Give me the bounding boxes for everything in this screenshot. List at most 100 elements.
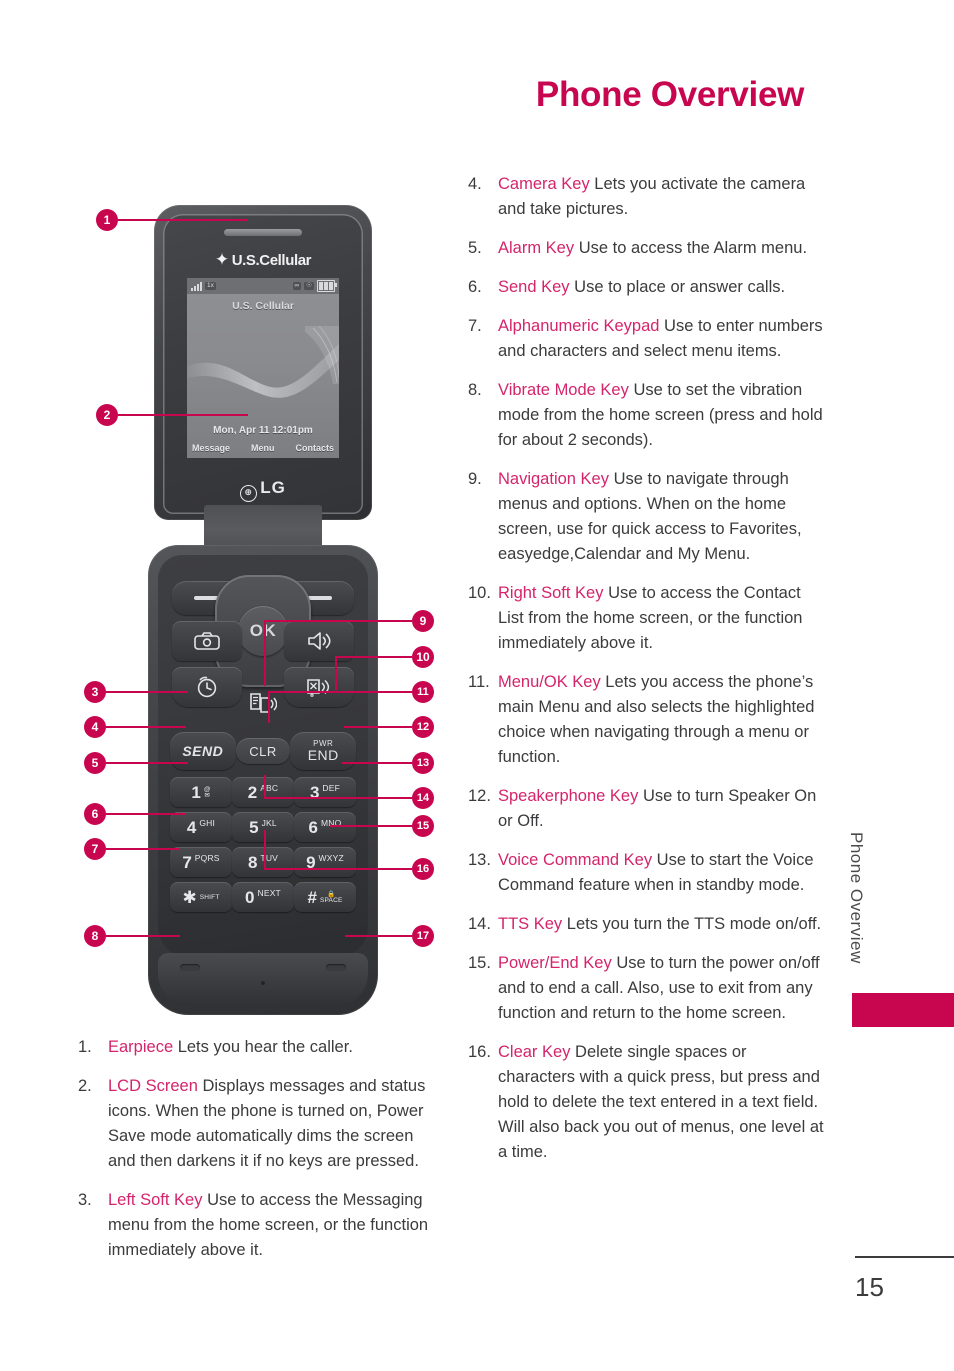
send-key[interactable]: SEND <box>170 732 236 770</box>
leader-line-10 <box>335 656 412 658</box>
list-item: 5. Alarm Key Use to access the Alarm men… <box>468 236 828 261</box>
list-item: 3. Left Soft Key Use to access the Messa… <box>78 1188 438 1263</box>
list-item: 12. Speakerphone Key Use to turn Speaker… <box>468 784 828 834</box>
key-4[interactable]: 4 GHI <box>170 812 232 842</box>
item-number: 7. <box>468 317 482 335</box>
leader-line-7 <box>106 848 180 850</box>
item-number: 9. <box>468 470 482 488</box>
wallpaper-graphic <box>187 326 339 398</box>
item-number: 6. <box>468 278 482 296</box>
lcd-softkey-bar: Message Menu Contacts <box>187 443 339 453</box>
voice-command-key[interactable] <box>284 667 354 707</box>
signal-bars-icon <box>191 281 202 291</box>
leader-line-2 <box>118 414 248 416</box>
item-text: Left Soft Key Use to access the Messagin… <box>108 1188 438 1263</box>
callout-badge-17: 17 <box>412 925 434 947</box>
item-term: Vibrate Mode Key <box>498 381 629 399</box>
item-number: 3. <box>78 1191 92 1209</box>
item-text: Voice Command Key Use to start the Voice… <box>498 848 828 898</box>
clear-key[interactable]: CLR <box>235 738 291 764</box>
camera-key[interactable] <box>172 621 242 661</box>
callout-badge-5: 5 <box>84 752 106 774</box>
leader-line-14 <box>264 797 412 799</box>
right-text-column: 4. Camera Key Lets you activate the came… <box>468 172 828 1179</box>
key-2-sub: ABC <box>260 783 279 793</box>
item-text: Menu/OK Key Lets you access the phone’s … <box>498 670 828 770</box>
key-star[interactable]: ✱ SHIFT <box>170 882 232 912</box>
callout-badge-11: 11 <box>412 681 434 703</box>
voicemail-icon: @ ✉ <box>203 785 211 799</box>
earpiece-icon <box>224 229 302 236</box>
key-2[interactable]: 2 ABC <box>232 777 294 807</box>
speakerphone-key[interactable] <box>284 621 354 661</box>
list-item: 4. Camera Key Lets you activate the came… <box>468 172 828 222</box>
key-5-sub: JKL <box>261 818 277 828</box>
callout-badge-1: 1 <box>96 209 118 231</box>
phone-upper-inner-bezel: ✦ U.S.Cellular 1x ∞ ☉ U.S. Cellular Mon,… <box>163 214 363 514</box>
keypad-row: 4 GHI 5 JKL 6 MNO <box>170 812 356 842</box>
lock-icon: 🔒 SPACE <box>319 890 343 904</box>
phone-lower-body: OK SEND CLR PWR END 1 @ ✉ 2 ABC 3 DEF 4 … <box>148 545 378 1015</box>
callout-badge-4: 4 <box>84 716 106 738</box>
left-text-column: 1. Earpiece Lets you hear the caller. 2.… <box>78 1035 438 1277</box>
item-term: LCD Screen <box>108 1077 198 1095</box>
key-8[interactable]: 8 TUV <box>232 847 294 877</box>
key-6[interactable]: 6 MNO <box>294 812 356 842</box>
leader-line-14-vert <box>264 775 266 797</box>
key-hash-sub: SPACE <box>319 897 343 904</box>
item-term: Navigation Key <box>498 470 609 488</box>
power-end-key[interactable]: PWR END <box>290 732 357 770</box>
key-1[interactable]: 1 @ ✉ <box>170 777 232 807</box>
item-desc: Lets you hear the caller. <box>173 1038 353 1056</box>
carrier-logo: ✦ U.S.Cellular <box>163 250 363 270</box>
lcd-softkey-center: Menu <box>251 443 275 453</box>
page-number: 15 <box>855 1272 884 1302</box>
lcd-carrier-text: U.S. Cellular <box>232 300 294 312</box>
running-head: Phone Overview <box>847 832 866 964</box>
item-term: Left Soft Key <box>108 1191 203 1209</box>
item-number: 4. <box>468 175 482 193</box>
key-3[interactable]: 3 DEF <box>294 777 356 807</box>
key-hash-digit: # <box>307 887 317 907</box>
call-control-row: SEND CLR PWR END <box>170 731 357 771</box>
callout-badge-16: 16 <box>412 858 434 880</box>
key-5-digit: 5 <box>249 817 259 837</box>
list-item: 6. Send Key Use to place or answer calls… <box>468 275 828 300</box>
leader-line-3 <box>106 691 188 693</box>
page-title: Phone Overview <box>535 75 805 114</box>
menu-ok-key[interactable]: OK <box>238 606 288 656</box>
key-5[interactable]: 5 JKL <box>232 812 294 842</box>
key-2-digit: 2 <box>247 782 258 802</box>
item-desc: Use to place or answer calls. <box>569 278 786 296</box>
bluetooth-icon: ∞ <box>292 281 302 291</box>
list-item: 15. Power/End Key Use to turn the power … <box>468 951 828 1026</box>
carrier-logo-text: U.S.Cellular <box>231 252 312 269</box>
lg-logo: ⊕ LG <box>163 478 363 502</box>
callout-badge-6: 6 <box>84 803 106 825</box>
item-term: Speakerphone Key <box>498 787 639 805</box>
item-number: 15. <box>468 954 491 972</box>
list-item: 14. TTS Key Lets you turn the TTS mode o… <box>468 912 828 937</box>
item-number: 16. <box>468 1043 491 1061</box>
leader-line-6 <box>106 813 186 815</box>
keypad-row: 7 PQRS 8 TUV 9 WXYZ <box>170 847 356 877</box>
page-number-rule <box>855 1256 954 1258</box>
key-7[interactable]: 7 PQRS <box>170 847 232 877</box>
tts-key[interactable] <box>232 689 294 717</box>
camera-icon <box>194 632 220 650</box>
item-text: Power/End Key Use to turn the power on/o… <box>498 951 828 1026</box>
key-1-sub: @ <box>203 785 211 793</box>
item-number: 1. <box>78 1038 92 1056</box>
key-4-digit: 4 <box>186 817 197 837</box>
item-text: Alphanumeric Keypad Use to enter numbers… <box>498 314 828 364</box>
item-number: 10. <box>468 584 491 602</box>
key-9[interactable]: 9 WXYZ <box>294 847 356 877</box>
key-0[interactable]: 0 NEXT <box>232 882 294 912</box>
item-term: Alarm Key <box>498 239 575 257</box>
leader-line-4 <box>106 726 186 728</box>
item-term: Camera Key <box>498 175 590 193</box>
list-item: 7. Alphanumeric Keypad Use to enter numb… <box>468 314 828 364</box>
keypad-row: 1 @ ✉ 2 ABC 3 DEF <box>170 777 356 807</box>
bottom-slot-left <box>180 964 200 971</box>
key-hash[interactable]: # 🔒 SPACE <box>294 882 356 912</box>
